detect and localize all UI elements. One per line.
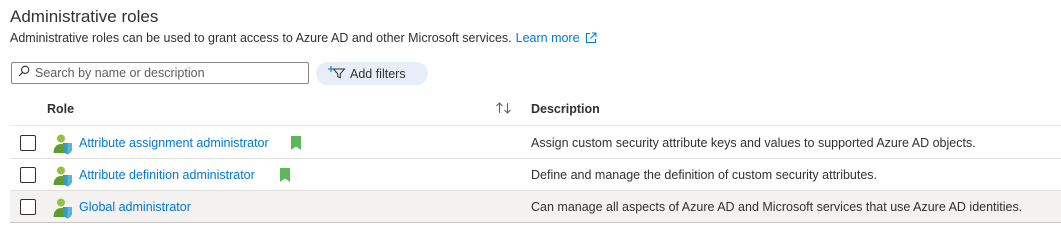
role-link[interactable]: Global administrator — [79, 200, 191, 214]
search-box[interactable] — [11, 62, 309, 84]
sort-icon[interactable] — [495, 101, 513, 118]
search-icon — [18, 64, 30, 82]
role-description: Define and manage the definition of cust… — [531, 168, 878, 182]
role-link[interactable]: Attribute definition administrator — [79, 168, 255, 182]
external-link-icon[interactable] — [585, 32, 597, 47]
bookmark-icon — [291, 136, 301, 153]
column-header-role[interactable]: Role — [47, 102, 74, 116]
learn-more-link[interactable]: Learn more — [516, 31, 580, 45]
bookmark-icon — [280, 168, 290, 185]
row-checkbox[interactable] — [20, 199, 36, 215]
column-header-description[interactable]: Description — [531, 102, 600, 116]
add-filters-button[interactable]: Add filters — [316, 62, 428, 85]
search-input[interactable] — [30, 64, 305, 82]
table-header: Role Description — [10, 96, 1061, 126]
admin-role-icon — [52, 133, 74, 158]
add-filters-label: Add filters — [350, 66, 406, 81]
table-row[interactable]: Attribute definition administrator Defin… — [10, 159, 1061, 191]
page-title: Administrative roles — [10, 7, 159, 26]
role-link[interactable]: Attribute assignment administrator — [79, 136, 269, 150]
row-checkbox[interactable] — [20, 167, 36, 183]
page-subtitle: Administrative roles can be used to gran… — [10, 31, 597, 47]
add-filter-icon — [328, 65, 350, 82]
role-description: Can manage all aspects of Azure AD and M… — [531, 200, 1023, 214]
admin-role-icon — [52, 165, 74, 190]
table-row[interactable]: Attribute assignment administrator Assig… — [10, 127, 1061, 159]
admin-role-icon — [52, 197, 74, 222]
row-checkbox[interactable] — [20, 135, 36, 151]
subtitle-text: Administrative roles can be used to gran… — [10, 31, 512, 45]
role-description: Assign custom security attribute keys an… — [531, 136, 976, 150]
table-row[interactable]: Global administrator Can manage all aspe… — [10, 191, 1061, 223]
